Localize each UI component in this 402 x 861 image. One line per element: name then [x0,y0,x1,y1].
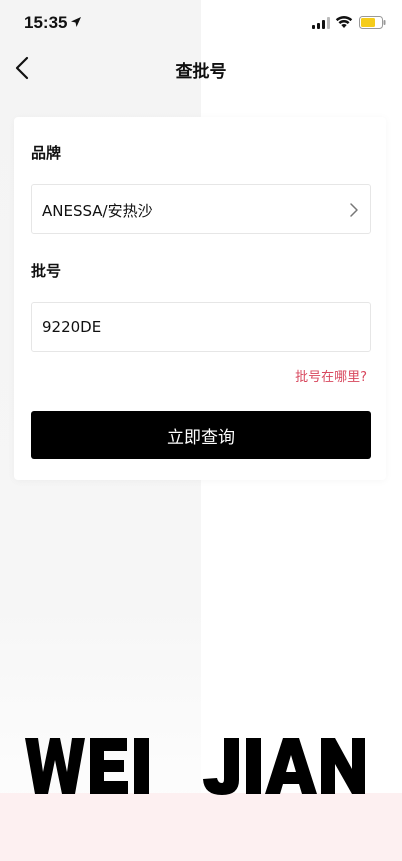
chevron-right-icon [350,203,358,217]
page-title: 查批号 [175,62,227,82]
battery-icon [359,16,386,29]
batch-number-label: 批号 [31,262,62,280]
query-now-button[interactable]: 立即查询 [31,411,371,459]
brand-label: 品牌 [31,144,62,162]
status-time: 15:35 [24,13,68,32]
where-is-batch-number-link[interactable]: 批号在哪里? [295,366,367,385]
wifi-icon [335,16,353,28]
wei-jian-logo [25,738,365,795]
status-bar: 15:35 [0,0,402,46]
batch-number-input[interactable] [32,303,370,351]
cellular-signal-icon [312,17,330,29]
batch-number-field [31,302,371,352]
navigation-bar: 查批号 [0,46,402,90]
batch-query-card: 品牌 ANESSA/安热沙 批号 批号在哪里? 立即查询 [14,117,386,480]
brand-select[interactable]: ANESSA/安热沙 [31,184,371,234]
background-bottom-band [0,793,402,861]
location-arrow-icon [71,17,81,27]
brand-selected-value: ANESSA/安热沙 [42,202,153,220]
